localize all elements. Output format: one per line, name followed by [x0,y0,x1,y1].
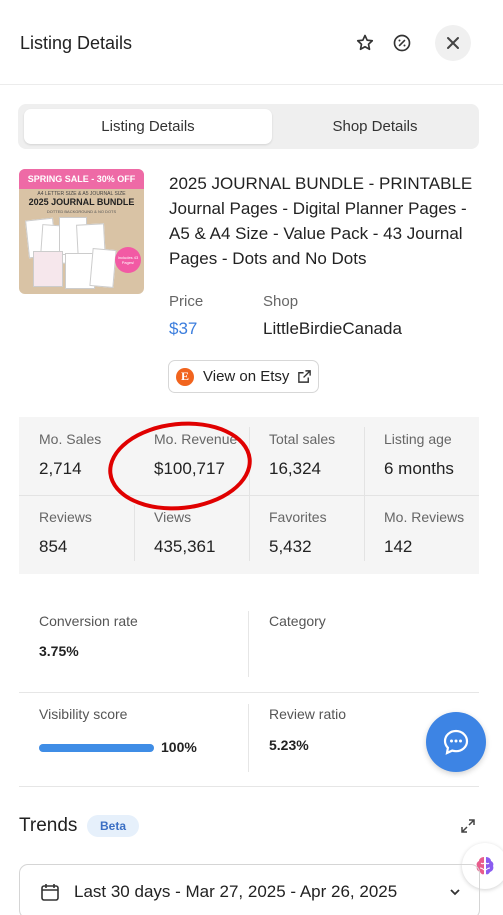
stat-value: 16,324 [269,459,321,478]
calendar-icon [41,883,59,901]
shop-name[interactable]: LittleBirdieCanada [263,319,402,339]
divider [248,704,249,772]
thumbnail-subtitle-2: DOTTED BACKGROUND & NO DOTS [46,209,117,214]
conversion-rate-card: Conversion rate 3.75% [39,613,138,659]
thumbnail-page [33,251,63,287]
divider [19,692,479,693]
stat-favorites: Favorites 5,432 [249,509,364,557]
stat-label: Mo. Reviews [384,509,465,525]
close-icon [447,37,459,49]
stat-label: Views [154,509,192,525]
trends-title: Trends [19,815,78,836]
stat-value: 5,432 [269,537,312,556]
divider [19,786,479,787]
stat-mo-reviews: Mo. Reviews 142 [364,509,479,557]
conversion-rate-label: Conversion rate [39,613,138,629]
tab-shop-details[interactable]: Shop Details [276,109,474,144]
stat-total-sales: Total sales 16,324 [249,431,364,479]
view-on-etsy-button[interactable]: E View on Etsy [168,360,319,393]
divider [248,611,249,677]
review-ratio-label: Review ratio [269,706,347,722]
visibility-progress-bar [39,744,154,752]
beta-badge: Beta [87,815,139,837]
category-card: Category [269,613,326,643]
expand-icon[interactable] [460,818,476,839]
percent-badge-icon[interactable] [387,28,417,58]
thumbnail-badge: Includes 43 Pages! [115,247,141,273]
stats-grid: Mo. Sales 2,714 Mo. Revenue $100,717 Tot… [19,417,479,574]
page-title: Listing Details [20,33,133,53]
stat-value: 435,361 [154,537,216,556]
stat-label: Favorites [269,509,327,525]
visibility-progress-fill [39,744,154,752]
stat-mo-sales: Mo. Sales 2,714 [19,431,134,479]
stat-label: Total sales [269,431,336,447]
listing-title: 2025 JOURNAL BUNDLE - PRINTABLE Journal … [169,174,473,268]
stat-value: 2,714 [39,459,82,478]
category-label: Category [269,613,326,629]
etsy-logo-icon: E [176,367,194,386]
chat-bubble-icon [443,729,469,755]
stat-label: Listing age [384,431,452,447]
stat-label: Reviews [39,509,92,525]
date-range-select[interactable]: Last 30 days - Mar 27, 2025 - Apr 26, 20… [19,864,480,915]
listing-thumbnail[interactable]: SPRING SALE - 30% OFF A4 LETTER SIZE & A… [19,169,144,294]
shop-label: Shop [263,293,299,310]
view-on-etsy-label: View on Etsy [203,368,290,385]
stat-views: Views 435,361 [134,509,249,557]
visibility-score-label: Visibility score [39,706,128,722]
visibility-score-value: 100% [161,739,197,755]
details-tabs: Listing Details Shop Details [18,104,479,149]
tab-listing-details[interactable]: Listing Details [24,109,272,144]
stat-mo-revenue: Mo. Revenue $100,717 [134,431,249,479]
stat-value: $100,717 [154,459,225,478]
price-label: Price [169,293,204,310]
thumbnail-page [89,248,117,288]
stat-value: 142 [384,537,413,556]
stat-value: 6 months [384,459,454,478]
date-range-label: Last 30 days - Mar 27, 2025 - Apr 26, 20… [74,881,398,901]
conversion-rate-value: 3.75% [39,643,79,659]
stat-label: Mo. Sales [39,431,102,447]
header-bar: Listing Details [0,0,503,85]
stat-value: 854 [39,537,68,556]
star-icon[interactable] [350,28,380,58]
price-value: $37 [169,319,198,338]
review-ratio-card: Review ratio 5.23% [269,706,346,753]
thumbnail-sale-banner: SPRING SALE - 30% OFF [19,169,144,189]
thumbnail-title: 2025 JOURNAL BUNDLE [28,197,135,207]
chat-button[interactable] [426,712,486,772]
close-button[interactable] [435,25,471,61]
external-link-icon [297,369,312,384]
chevron-down-icon [449,885,461,903]
stat-listing-age: Listing age 6 months [364,431,479,479]
review-ratio-value: 5.23% [269,737,309,753]
stat-label: Mo. Revenue [154,431,238,447]
stat-reviews: Reviews 854 [19,509,134,557]
visibility-score-card: Visibility score [39,706,127,722]
